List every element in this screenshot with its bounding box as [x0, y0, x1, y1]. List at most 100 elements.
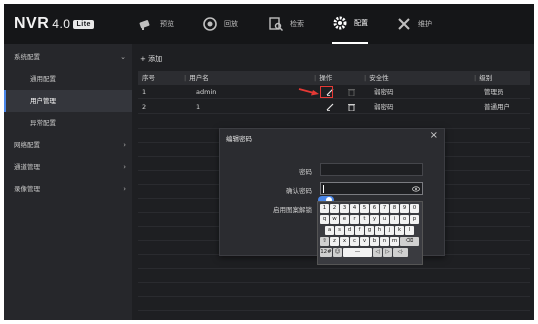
key[interactable]: k: [395, 226, 404, 235]
key[interactable]: r: [350, 215, 359, 224]
search-icon: [269, 17, 283, 31]
column-header-level: | 级别: [474, 74, 493, 82]
key[interactable]: 6: [370, 204, 379, 213]
delete-icon-disabled: [348, 85, 355, 99]
nav-maintenance[interactable]: 维护: [396, 4, 432, 44]
red-arrow-icon: [298, 88, 319, 96]
key[interactable]: p: [410, 215, 419, 224]
key[interactable]: b: [370, 237, 379, 246]
password-field[interactable]: [320, 163, 423, 176]
nav-preview[interactable]: 预览: [138, 4, 174, 44]
sidebar-item-user-management[interactable]: 用户管理: [4, 90, 132, 112]
key[interactable]: s: [335, 226, 344, 235]
nav-preview-label: 预览: [160, 20, 174, 28]
camera-icon: [139, 20, 150, 30]
key[interactable]: x: [340, 237, 349, 246]
sidebar-item-exception-config[interactable]: 异常配置: [4, 112, 132, 134]
gear-icon: [333, 16, 347, 30]
key[interactable]: 7: [380, 204, 389, 213]
row-username: 1: [196, 103, 201, 111]
sidebar-item-label: 录像管理: [14, 185, 40, 193]
symbol-toggle-key[interactable]: 12#: [320, 248, 332, 257]
key[interactable]: 9: [400, 204, 409, 213]
shift-key[interactable]: ⇧: [320, 237, 329, 246]
key[interactable]: v: [360, 237, 369, 246]
key[interactable]: j: [385, 226, 394, 235]
top-navigation-bar: NVR 4.0 Lite 预览 回放 检索 配置 维护: [4, 4, 534, 44]
key[interactable]: 5: [360, 204, 369, 213]
sidebar-item-label: 网络配置: [14, 141, 40, 149]
confirm-password-field[interactable]: [320, 182, 423, 195]
column-header-actions: | 操作: [314, 74, 333, 82]
key[interactable]: w: [330, 215, 339, 224]
key[interactable]: i: [390, 215, 399, 224]
close-icon[interactable]: ×: [430, 130, 438, 141]
key[interactable]: l: [405, 226, 414, 235]
key[interactable]: h: [375, 226, 384, 235]
nav-config[interactable]: 配置: [332, 4, 368, 44]
key[interactable]: f: [355, 226, 364, 235]
text-caret: [323, 185, 324, 193]
sidebar-item-record-management[interactable]: 录像管理 ›: [4, 178, 132, 200]
nav-playback[interactable]: 回放: [202, 4, 238, 44]
cursor-right-key[interactable]: ▷: [383, 248, 392, 257]
key[interactable]: m: [390, 237, 399, 246]
column-header-security: | 安全性: [364, 74, 389, 82]
delete-icon[interactable]: [348, 100, 355, 114]
sidebar: 系统配置 ⌄ 通用配置 用户管理 异常配置 网络配置 › 通道管理 › 录像管理…: [4, 44, 132, 320]
key[interactable]: 4: [350, 204, 359, 213]
pattern-unlock-label: 启用图案解锁: [273, 206, 312, 214]
row-username: admin: [196, 88, 217, 96]
chevron-right-icon: ›: [123, 163, 126, 171]
password-label: 密码: [299, 168, 312, 176]
key[interactable]: u: [380, 215, 389, 224]
key[interactable]: e: [340, 215, 349, 224]
key[interactable]: 3: [340, 204, 349, 213]
lite-badge: Lite: [73, 20, 94, 29]
row-security: 弱密码: [374, 103, 394, 111]
table-row[interactable]: 2 1 弱密码 普通用户: [138, 100, 530, 114]
confirm-password-label: 确认密码: [286, 187, 312, 195]
emoji-key[interactable]: ☺: [333, 248, 342, 257]
key[interactable]: q: [320, 215, 329, 224]
key[interactable]: d: [345, 226, 354, 235]
chevron-right-icon: ›: [123, 141, 126, 149]
key[interactable]: 1: [320, 204, 329, 213]
sidebar-item-label: 系统配置: [14, 53, 40, 61]
key[interactable]: t: [360, 215, 369, 224]
chevron-right-icon: ›: [123, 185, 126, 193]
tools-icon: [398, 18, 410, 30]
empty-row: [138, 284, 530, 297]
key[interactable]: a: [325, 226, 334, 235]
cursor-left-key[interactable]: ◁: [373, 248, 382, 257]
playback-icon: [203, 17, 217, 31]
key[interactable]: 2: [330, 204, 339, 213]
sidebar-item-label: 用户管理: [30, 97, 56, 105]
sidebar-item-system-config[interactable]: 系统配置 ⌄: [4, 46, 132, 68]
row-index: 1: [142, 88, 147, 96]
key[interactable]: 8: [390, 204, 399, 213]
key[interactable]: n: [380, 237, 389, 246]
sidebar-item-network-config[interactable]: 网络配置 ›: [4, 134, 132, 156]
row-security: 弱密码: [374, 88, 394, 96]
table-row[interactable]: 1 admin 弱密码 管理员: [138, 85, 530, 99]
backspace-key[interactable]: ⌫: [400, 237, 419, 246]
delete-key[interactable]: ◁·: [393, 248, 408, 257]
sidebar-item-general-config[interactable]: 通用配置: [4, 68, 132, 90]
eye-icon[interactable]: [412, 185, 420, 193]
nav-search[interactable]: 检索: [268, 4, 304, 44]
key[interactable]: 0: [410, 204, 419, 213]
empty-row: [138, 270, 530, 283]
sidebar-item-channel-management[interactable]: 通道管理 ›: [4, 156, 132, 178]
keyboard-row-function: 12# ☺ — ◁ ▷ ◁·: [320, 248, 409, 258]
nav-maintenance-label: 维护: [418, 20, 432, 28]
key[interactable]: c: [350, 237, 359, 246]
edit-icon[interactable]: [326, 100, 334, 114]
key[interactable]: o: [400, 215, 409, 224]
add-user-button[interactable]: + 添加: [140, 54, 162, 64]
row-level: 管理员: [484, 88, 504, 96]
space-key[interactable]: —: [343, 248, 372, 257]
key[interactable]: z: [330, 237, 339, 246]
key[interactable]: g: [365, 226, 374, 235]
key[interactable]: y: [370, 215, 379, 224]
